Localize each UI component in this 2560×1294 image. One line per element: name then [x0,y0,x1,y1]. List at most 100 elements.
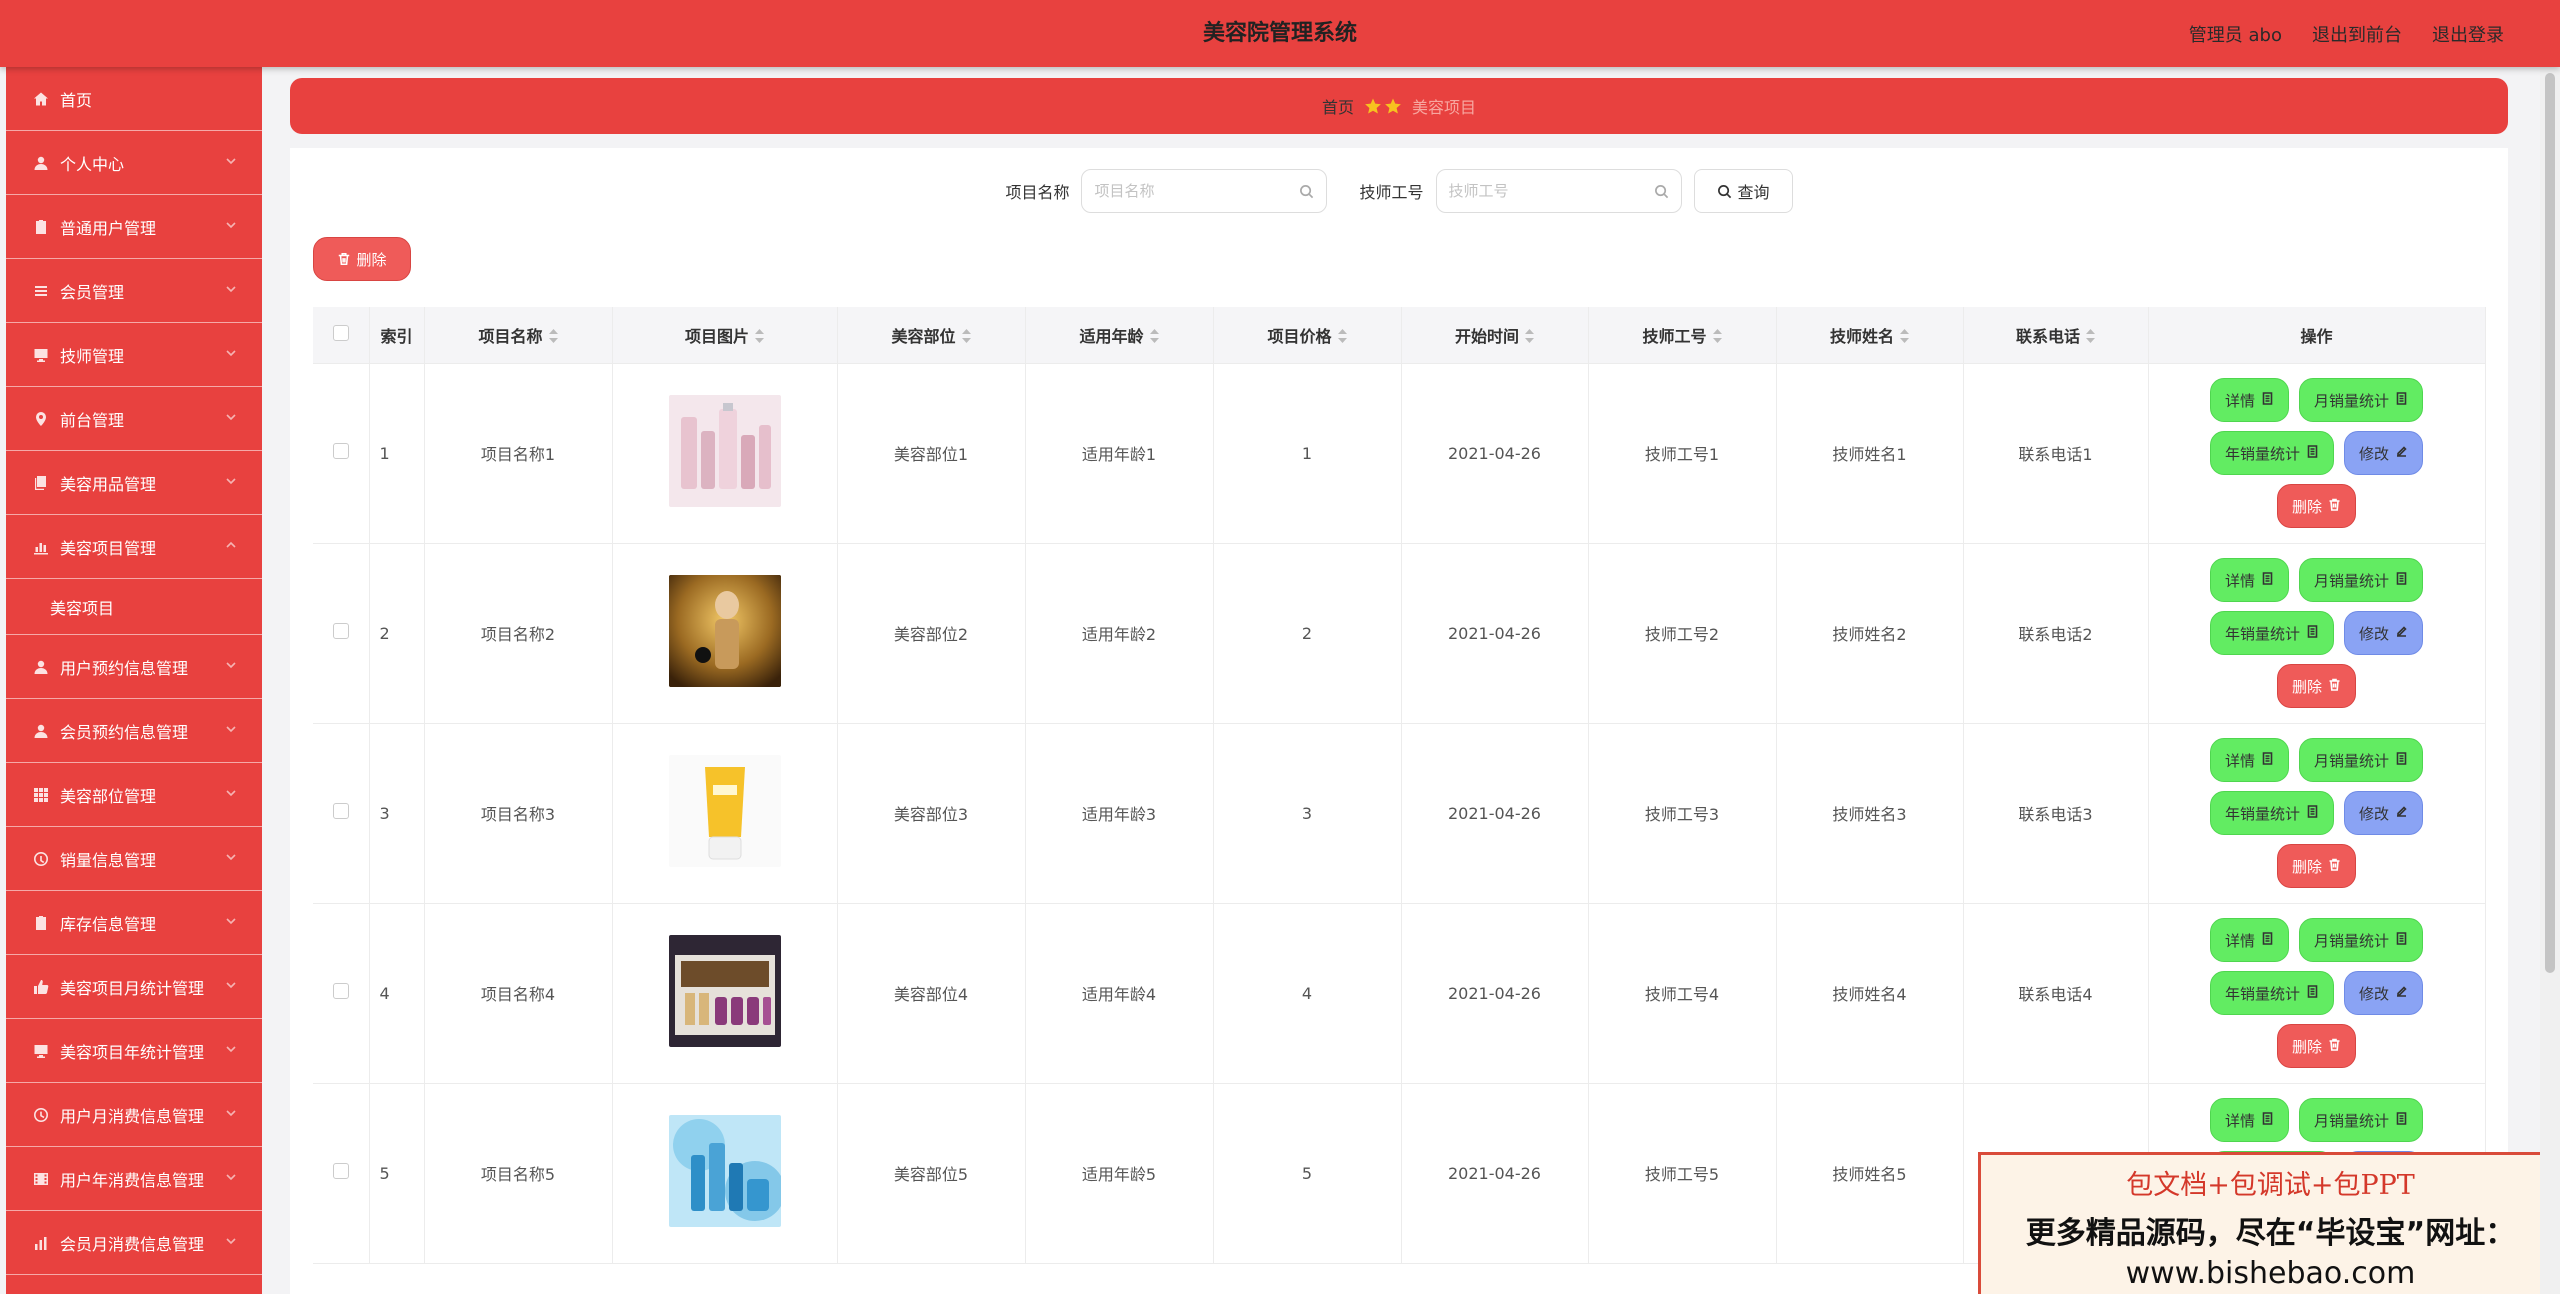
detail-button[interactable]: 详情 [2209,378,2289,422]
row-checkbox[interactable] [332,1163,349,1179]
row-checkbox[interactable] [332,983,349,999]
cell-index: 5 [369,1083,425,1264]
sidebar-item-6[interactable]: 美容用品管理 [6,451,262,515]
monthly-stats-button[interactable]: 月销量统计 [2299,558,2424,602]
edit-button[interactable]: 修改 [2344,431,2424,475]
cell-tech-no: 技师工号3 [1588,723,1777,904]
edit-button[interactable]: 修改 [2344,791,2424,835]
sidebar-item-11[interactable]: 销量信息管理 [6,827,262,891]
project-image[interactable] [668,935,781,1047]
project-name-input[interactable] [1094,182,1300,200]
sort-icon[interactable] [1900,328,1909,347]
sidebar-item-8[interactable]: 用户预约信息管理 [6,635,262,699]
col-header-tech-no[interactable]: 技师工号 [1588,307,1777,364]
project-name-search [1081,169,1328,213]
delete-button[interactable]: 删除 [2276,664,2356,708]
sidebar-item-5[interactable]: 前台管理 [6,387,262,451]
sort-icon[interactable] [961,328,971,347]
sort-icon[interactable] [2086,328,2095,347]
cell-start: 2021-04-26 [1401,903,1589,1084]
yearly-stats-button[interactable]: 年销量统计 [2209,611,2334,655]
delete-button[interactable]: 删除 [2276,1024,2356,1068]
sort-icon[interactable] [1149,328,1159,347]
col-header-part[interactable]: 美容部位 [837,307,1026,364]
project-image[interactable] [668,755,781,867]
search-icon [1654,184,1668,198]
sidebar-item-4[interactable]: 技师管理 [6,323,262,387]
chevron-down-icon [224,153,238,167]
project-image[interactable] [668,1115,781,1227]
clock-icon [32,1106,50,1124]
monthly-stats-button[interactable]: 月销量统计 [2299,1098,2424,1142]
row-checkbox[interactable] [332,623,349,639]
project-image[interactable] [668,395,781,507]
sidebar-item-label: 会员管理 [60,282,125,302]
query-button[interactable]: 查询 [1693,169,1793,213]
chevron-down-icon [224,1105,238,1119]
col-header-age[interactable]: 适用年龄 [1025,307,1214,364]
delete-button[interactable]: 删除 [2276,844,2356,888]
chevron-down-icon [224,657,238,671]
logout-link[interactable]: 退出登录 [2432,21,2504,47]
col-header-image[interactable]: 项目图片 [612,307,838,364]
sidebar-item-0[interactable]: 首页 [6,67,262,131]
sort-icon[interactable] [1337,328,1347,347]
sidebar-item-3[interactable]: 会员管理 [6,259,262,323]
project-image[interactable] [668,575,781,687]
detail-button[interactable]: 详情 [2209,918,2289,962]
sidebar-item-label: 首页 [60,90,93,110]
delete-button[interactable]: 删除 [2276,484,2356,528]
yearly-stats-button[interactable]: 年销量统计 [2209,431,2334,475]
page-scrollbar[interactable] [2540,67,2560,1294]
detail-button[interactable]: 详情 [2209,738,2289,782]
col-header-phone[interactable]: 联系电话 [1963,307,2149,364]
sidebar-item-13[interactable]: 美容项目月统计管理 [6,955,262,1019]
sort-icon[interactable] [548,328,558,347]
col-header-tech-name[interactable]: 技师姓名 [1776,307,1964,364]
sort-icon[interactable] [1712,328,1722,347]
sidebar-item-14[interactable]: 美容项目年统计管理 [6,1019,262,1083]
document-icon [2395,1111,2408,1129]
tech-no-input[interactable] [1448,182,1654,200]
monthly-stats-button[interactable]: 月销量统计 [2299,738,2424,782]
sidebar-item-label: 用户年消费信息管理 [60,1170,205,1190]
home-icon [32,90,50,108]
edit-button-label: 修改 [2359,804,2390,823]
chevron-up-icon [224,537,238,551]
detail-button[interactable]: 详情 [2209,558,2289,602]
document-icon [2395,931,2408,949]
col-header-start[interactable]: 开始时间 [1401,307,1589,364]
sidebar-item-1[interactable]: 个人中心 [6,131,262,195]
chevron-down-icon [224,1041,238,1055]
row-checkbox[interactable] [332,803,349,819]
trash-icon [339,252,350,266]
col-header-name[interactable]: 项目名称 [424,307,613,364]
detail-button[interactable]: 详情 [2209,1098,2289,1142]
select-all-checkbox[interactable] [332,324,349,341]
edit-button[interactable]: 修改 [2344,971,2424,1015]
monthly-stats-button[interactable]: 月销量统计 [2299,918,2424,962]
sidebar-item-10[interactable]: 美容部位管理 [6,763,262,827]
sidebar-item-16[interactable]: 用户年消费信息管理 [6,1147,262,1211]
sidebar-subitem-beauty-project[interactable]: 美容项目 [6,579,262,635]
yearly-stats-button[interactable]: 年销量统计 [2209,971,2334,1015]
sidebar-item-17[interactable]: 会员月消费信息管理 [6,1211,262,1275]
row-checkbox[interactable] [332,443,349,459]
edit-button[interactable]: 修改 [2344,611,2424,655]
batch-delete-button[interactable]: 删除 [313,237,411,281]
sidebar-item-2[interactable]: 普通用户管理 [6,195,262,259]
cell-part: 美容部位2 [837,543,1026,724]
sort-icon[interactable] [755,328,764,347]
col-header-price[interactable]: 项目价格 [1213,307,1402,364]
breadcrumb-home[interactable]: 首页 [1322,94,1354,118]
sidebar-item-7[interactable]: 美容项目管理 [6,515,262,579]
document-icon [2306,984,2319,1002]
sidebar-item-9[interactable]: 会员预约信息管理 [6,699,262,763]
sidebar-item-15[interactable]: 用户月消费信息管理 [6,1083,262,1147]
sort-icon[interactable] [1525,328,1534,347]
front-link[interactable]: 退出到前台 [2312,21,2402,47]
sidebar-item-12[interactable]: 库存信息管理 [6,891,262,955]
monthly-stats-button[interactable]: 月销量统计 [2299,378,2424,422]
scrollbar-thumb[interactable] [2545,73,2555,973]
yearly-stats-button[interactable]: 年销量统计 [2209,791,2334,835]
